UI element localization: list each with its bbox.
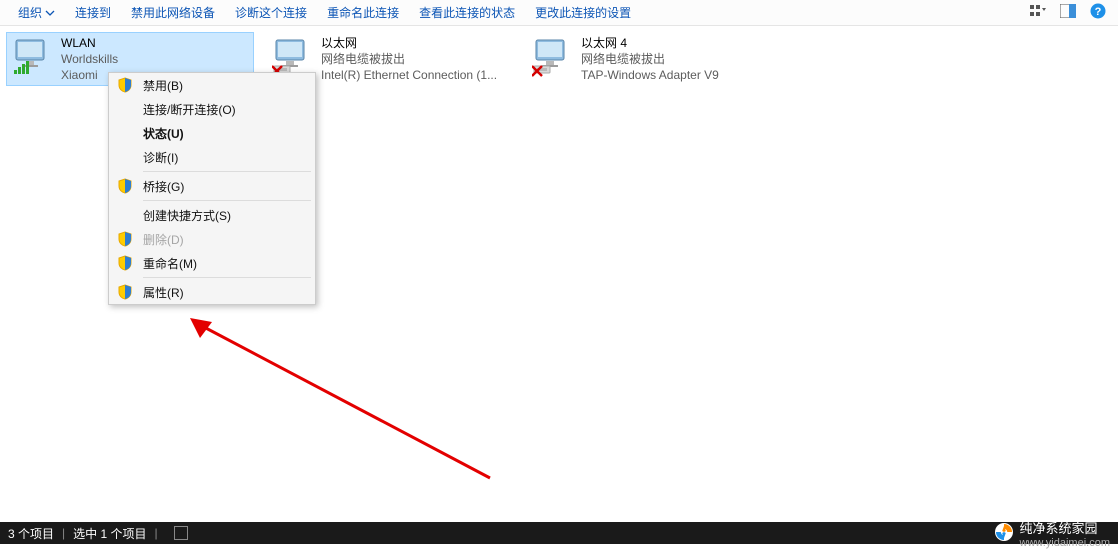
connection-texts: 以太网 4 网络电缆被拔出 TAP-Windows Adapter V9 bbox=[575, 35, 719, 83]
brand-logo-icon bbox=[994, 522, 1014, 545]
ctx-separator bbox=[143, 200, 311, 201]
toolbar-item-viewstatus[interactable]: 查看此连接的状态 bbox=[409, 0, 525, 26]
ctx-label: 属性(R) bbox=[143, 284, 184, 301]
toolbar-label: 更改此连接的设置 bbox=[535, 4, 631, 21]
network-monitor-icon bbox=[531, 35, 575, 79]
toolbar-label: 连接到 bbox=[75, 4, 111, 21]
toolbar-right: ? bbox=[1030, 3, 1110, 22]
connection-device: Intel(R) Ethernet Connection (1... bbox=[321, 67, 497, 83]
connection-status: Worldskills bbox=[61, 51, 118, 67]
toolbar-item-diagnose[interactable]: 诊断这个连接 bbox=[225, 0, 317, 26]
shield-icon bbox=[117, 255, 133, 271]
toolbar-label: 查看此连接的状态 bbox=[419, 4, 515, 21]
shield-icon bbox=[117, 178, 133, 194]
ctx-label: 禁用(B) bbox=[143, 77, 183, 94]
context-menu: 禁用(B) 连接/断开连接(O) 状态(U) 诊断(I) 桥接(G) 创建快捷方… bbox=[108, 72, 316, 305]
toolbar-item-disable[interactable]: 禁用此网络设备 bbox=[121, 0, 225, 26]
toolbar-label: 组织 bbox=[18, 4, 42, 21]
svg-text:?: ? bbox=[1095, 6, 1102, 18]
toolbar-item-rename[interactable]: 重命名此连接 bbox=[317, 0, 409, 26]
ctx-item-properties[interactable]: 属性(R) bbox=[109, 280, 315, 304]
connection-texts: 以太网 网络电缆被拔出 Intel(R) Ethernet Connection… bbox=[315, 35, 497, 83]
ctx-label: 状态(U) bbox=[143, 125, 184, 142]
ctx-separator bbox=[143, 171, 311, 172]
shield-icon bbox=[117, 284, 133, 300]
chevron-down-icon bbox=[45, 8, 55, 18]
ctx-item-status[interactable]: 状态(U) bbox=[109, 121, 315, 145]
network-monitor-icon bbox=[11, 35, 55, 79]
toolbar-label: 禁用此网络设备 bbox=[131, 4, 215, 21]
connection-status: 网络电缆被拔出 bbox=[321, 51, 497, 67]
ctx-label: 诊断(I) bbox=[143, 149, 178, 166]
connection-name: 以太网 bbox=[321, 35, 497, 51]
ctx-label: 桥接(G) bbox=[143, 178, 184, 195]
connection-name: WLAN bbox=[61, 35, 118, 51]
connection-name: 以太网 4 bbox=[581, 35, 719, 51]
preview-pane-icon[interactable] bbox=[1060, 4, 1076, 21]
annotation-arrow bbox=[190, 318, 500, 488]
status-separator: | bbox=[62, 526, 65, 540]
connection-item-ethernet4[interactable]: 以太网 4 网络电缆被拔出 TAP-Windows Adapter V9 bbox=[526, 32, 774, 86]
connection-status: 网络电缆被拔出 bbox=[581, 51, 719, 67]
ctx-label: 重命名(M) bbox=[143, 255, 197, 272]
ctx-item-delete: 删除(D) bbox=[109, 227, 315, 251]
help-icon[interactable]: ? bbox=[1090, 3, 1106, 22]
status-view-icon[interactable] bbox=[174, 526, 188, 540]
connection-device: TAP-Windows Adapter V9 bbox=[581, 67, 719, 83]
toolbar-item-connect[interactable]: 连接到 bbox=[65, 0, 121, 26]
ctx-item-connect-disconnect[interactable]: 连接/断开连接(O) bbox=[109, 97, 315, 121]
ctx-label: 删除(D) bbox=[143, 231, 184, 248]
toolbar-left: 组织 连接到 禁用此网络设备 诊断这个连接 重命名此连接 查看此连接的状态 更改… bbox=[8, 0, 641, 26]
ctx-item-diagnose[interactable]: 诊断(I) bbox=[109, 145, 315, 169]
status-separator: | bbox=[154, 526, 157, 540]
toolbar-item-organize[interactable]: 组织 bbox=[8, 0, 65, 26]
ctx-label: 连接/断开连接(O) bbox=[143, 101, 236, 118]
brand-sub: www.yidaimei.com bbox=[1020, 537, 1110, 549]
status-bar: 3 个项目 | 选中 1 个项目 | 纯净系统家园 www.yidaimei.c… bbox=[0, 522, 1118, 544]
toolbar-item-changesettings[interactable]: 更改此连接的设置 bbox=[525, 0, 641, 26]
view-options-icon[interactable] bbox=[1030, 4, 1046, 21]
shield-icon bbox=[117, 77, 133, 93]
ctx-item-create-shortcut[interactable]: 创建快捷方式(S) bbox=[109, 203, 315, 227]
toolbar: 组织 连接到 禁用此网络设备 诊断这个连接 重命名此连接 查看此连接的状态 更改… bbox=[0, 0, 1118, 26]
status-selection: 选中 1 个项目 bbox=[73, 525, 146, 542]
ctx-item-rename[interactable]: 重命名(M) bbox=[109, 251, 315, 275]
ctx-item-disable[interactable]: 禁用(B) bbox=[109, 73, 315, 97]
shield-icon bbox=[117, 231, 133, 247]
ctx-item-bridge[interactable]: 桥接(G) bbox=[109, 174, 315, 198]
ctx-separator bbox=[143, 277, 311, 278]
status-count: 3 个项目 bbox=[8, 525, 54, 542]
toolbar-label: 重命名此连接 bbox=[327, 4, 399, 21]
toolbar-label: 诊断这个连接 bbox=[235, 4, 307, 21]
ctx-label: 创建快捷方式(S) bbox=[143, 207, 231, 224]
brand-main: 纯净系统家园 bbox=[1020, 518, 1110, 537]
